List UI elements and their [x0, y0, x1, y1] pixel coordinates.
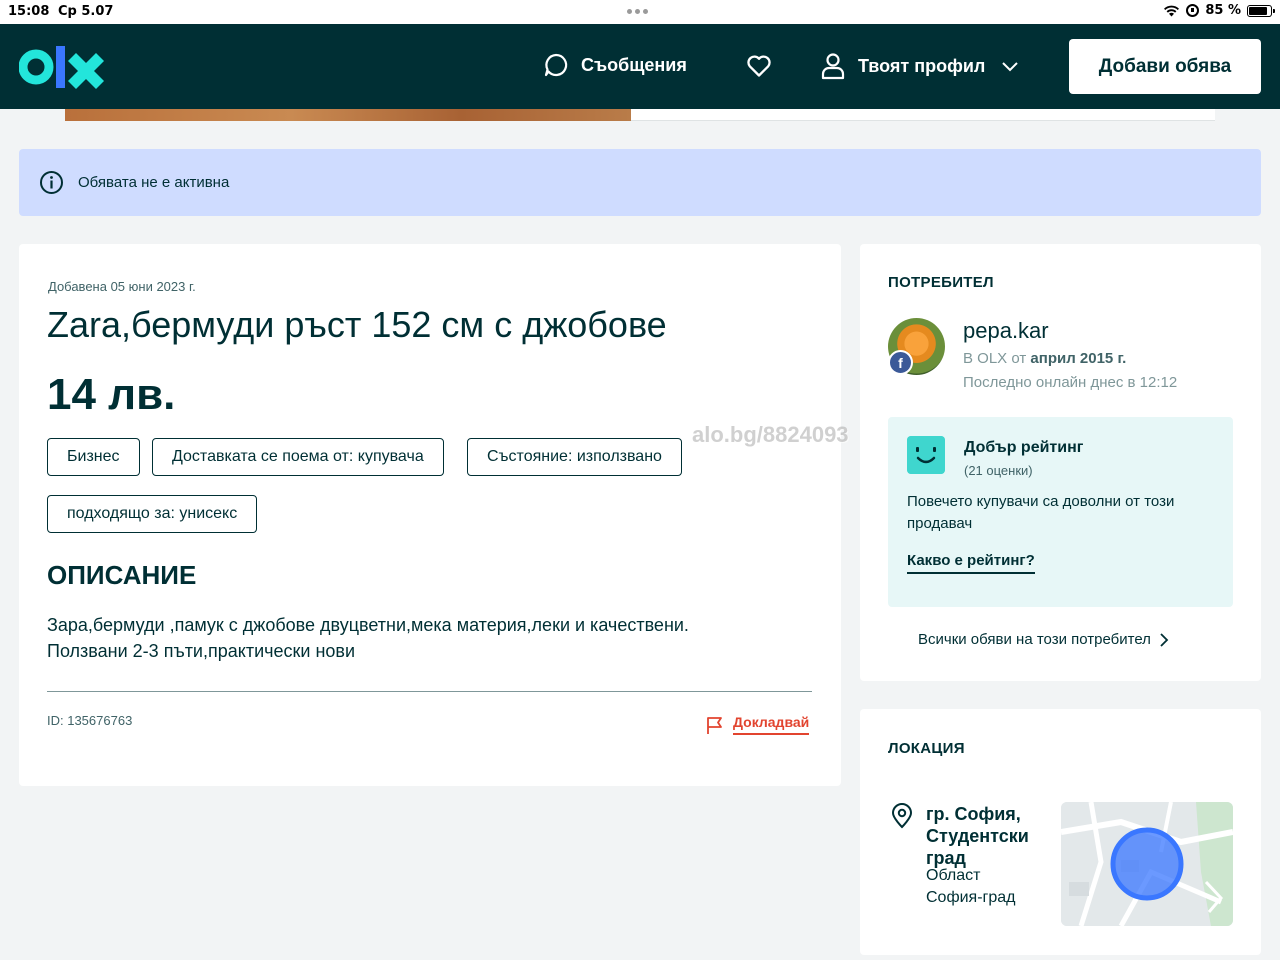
battery-icon: [1247, 4, 1275, 17]
all-seller-ads-link[interactable]: Всички обяви на този потребител: [918, 631, 1169, 648]
status-indicators: 85 %: [1163, 3, 1275, 18]
description-text: Зара,бермуди ,памук с джобове двуцветни,…: [47, 612, 807, 664]
gallery-image-edge: [65, 109, 631, 121]
last-online: Последно онлайн днес в 12:12: [963, 374, 1178, 391]
location-heading: ЛОКАЦИЯ: [888, 740, 965, 757]
wifi-icon: [1164, 5, 1180, 16]
inactive-ad-banner: Обявата не е активна: [19, 149, 1261, 216]
rotation-lock-icon: [1186, 4, 1200, 17]
seller-card: ПОТРЕБИТЕЛ f pepa.kar В OLX от април 201…: [860, 244, 1261, 681]
gallery-edge: [631, 109, 1215, 121]
tag-condition: Състояние: използвано: [467, 438, 682, 476]
olx-logo-icon[interactable]: [19, 44, 109, 90]
chat-bubble-icon: [544, 53, 568, 77]
ad-price: 14 лв.: [47, 370, 176, 419]
status-time: 15:08: [8, 4, 50, 19]
info-icon: [40, 171, 63, 194]
messages-link[interactable]: Съобщения: [543, 52, 687, 78]
user-icon: [821, 53, 845, 80]
divider: [47, 691, 812, 692]
tag-delivery: Доставката се поема от: купувача: [152, 438, 444, 476]
what-is-rating-link[interactable]: Какво е рейтинг?: [907, 552, 1035, 574]
battery-percent: 85 %: [1205, 3, 1241, 18]
add-listing-button[interactable]: Добави обява: [1069, 39, 1261, 94]
rating-title: Добър рейтинг: [964, 439, 1084, 456]
profile-menu[interactable]: Твоят профил: [820, 52, 1019, 80]
member-since-prefix: В OLX от: [963, 350, 1027, 367]
location-city: гр. София, Студентски град: [926, 804, 1029, 868]
report-link[interactable]: Докладвай: [705, 714, 810, 735]
multitasking-dots-icon[interactable]: [627, 9, 648, 14]
favorites-button[interactable]: [746, 54, 772, 78]
rating-box: Добър рейтинг (21 оценки) Повечето купув…: [888, 417, 1233, 607]
region-name: София-град: [926, 889, 1016, 906]
ad-details-card: Добавена 05 юни 2023 г. Zara,бермуди ръс…: [19, 244, 841, 786]
status-date: Ср 5.07: [58, 4, 114, 19]
flag-icon: [707, 716, 722, 734]
tag-suitable-for: подходящо за: унисекс: [47, 495, 258, 533]
smile-icon: [907, 436, 945, 474]
region-label: Област: [926, 867, 981, 884]
location-card: ЛОКАЦИЯ гр. София, Студентски град Облас…: [860, 709, 1261, 955]
rating-description: Повечето купувачи са доволни от този про…: [907, 493, 1175, 532]
chevron-down-icon: [1002, 62, 1019, 72]
description-line: Зара,бермуди ,памук с джобове двуцветни,…: [47, 615, 689, 635]
member-since: В OLX от април 2015 г.: [963, 350, 1126, 367]
all-ads-label: Всички обяви на този потребител: [918, 631, 1151, 648]
top-header: Съобщения Твоят профил Добави обява: [0, 24, 1280, 109]
watermark-text: alo.bg/8824093: [692, 422, 849, 447]
report-label: Докладвай: [733, 714, 810, 735]
location-pin-icon: [891, 803, 913, 829]
profile-label: Твоят профил: [858, 55, 986, 76]
ad-title: Zara,бермуди ръст 152 см с джобове: [47, 304, 667, 345]
location-map[interactable]: [1061, 802, 1233, 926]
rating-count: (21 оценки): [964, 463, 1033, 478]
heart-icon: [747, 55, 771, 77]
ad-id: ID: 135676763: [47, 713, 133, 728]
seller-username[interactable]: pepa.kar: [963, 318, 1049, 344]
member-since-date: април 2015 г.: [1030, 350, 1127, 367]
seller-heading: ПОТРЕБИТЕЛ: [888, 274, 994, 291]
description-heading: ОПИСАНИЕ: [47, 560, 197, 590]
banner-text: Обявата не е активна: [78, 174, 230, 191]
tag-business: Бизнес: [47, 438, 140, 476]
added-date: Добавена 05 юни 2023 г.: [48, 279, 196, 294]
facebook-icon: f: [888, 350, 913, 375]
description-line: Ползвани 2-3 пъти,практически нови: [47, 641, 356, 661]
chevron-right-icon: [1160, 632, 1169, 647]
status-bar: 15:08 Ср 5.07 85 %: [0, 0, 1280, 24]
messages-label: Съобщения: [581, 54, 687, 75]
